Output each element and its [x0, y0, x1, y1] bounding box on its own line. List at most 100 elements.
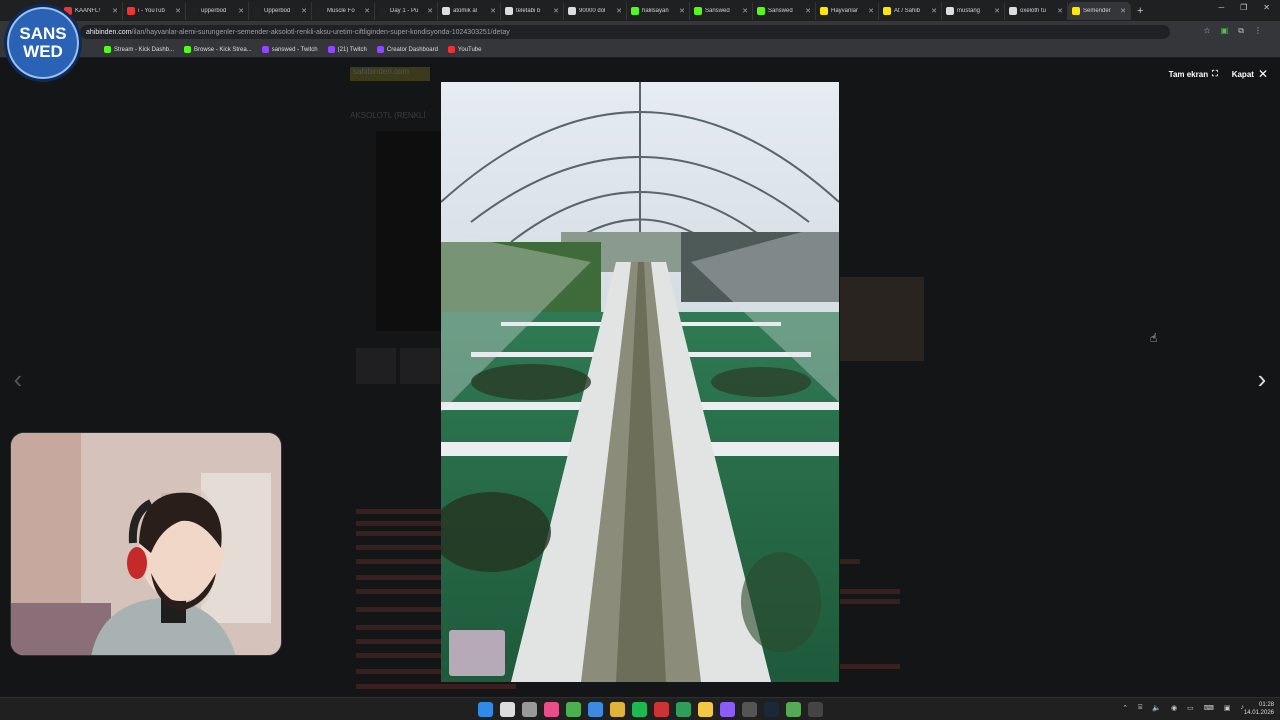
- tab-close-icon[interactable]: ✕: [301, 7, 307, 15]
- volume-icon[interactable]: 🔈: [1152, 704, 1161, 712]
- menu-icon[interactable]: ⋮: [1254, 26, 1262, 36]
- browser-tab[interactable]: At / Sahib ✕: [879, 1, 942, 20]
- display-icon[interactable]: ▣: [1224, 704, 1231, 712]
- minimize-icon[interactable]: ─: [1218, 3, 1224, 12]
- bookmark-favicon-icon: [327, 46, 335, 53]
- tab-title: mustang: [957, 7, 981, 14]
- network-icon[interactable]: ⌸: [1138, 704, 1142, 712]
- tab-close-icon[interactable]: ✕: [1120, 7, 1126, 15]
- tab-close-icon[interactable]: ✕: [553, 7, 559, 15]
- browser-tab[interactable]: 90000 dol ✕: [564, 1, 627, 20]
- app-icon[interactable]: [632, 702, 647, 717]
- bookmark-item[interactable]: sanswed - Twitch: [261, 46, 318, 53]
- tab-close-icon[interactable]: ✕: [490, 7, 496, 15]
- bookmark-item[interactable]: (21) Twitch: [327, 46, 367, 53]
- tab-close-icon[interactable]: ✕: [931, 7, 937, 15]
- tab-title: Sanswed: [768, 7, 793, 14]
- tab-title: 90000 dol: [579, 7, 606, 14]
- tab-close-icon[interactable]: ✕: [1057, 7, 1063, 15]
- bookmark-star-icon[interactable]: ☆: [1204, 26, 1211, 36]
- browser-tab[interactable]: atomik al ✕: [438, 1, 501, 20]
- fullscreen-icon: ⛶: [1212, 69, 1218, 78]
- puzzle-icon[interactable]: ⧉: [1238, 26, 1244, 36]
- app-icon[interactable]: [588, 702, 603, 717]
- widget-icon[interactable]: [522, 702, 537, 717]
- next-image-arrow[interactable]: ›: [1252, 366, 1272, 392]
- chevron-up-icon[interactable]: ⌃: [1122, 704, 1128, 712]
- tab-favicon-icon: [253, 6, 261, 15]
- battery-icon[interactable]: ▭: [1187, 704, 1194, 712]
- clock[interactable]: 01:28 14.01.2026: [1244, 701, 1274, 717]
- chrome-icon[interactable]: [610, 702, 625, 717]
- bookmark-label: (21) Twitch: [337, 46, 367, 53]
- tab-favicon-icon: [127, 6, 135, 15]
- bookmark-item[interactable]: YouTube: [447, 46, 481, 53]
- url-field[interactable]: ahibinden.com/ilan/hayvanlar-alemi-surun…: [80, 25, 1170, 39]
- app-icon[interactable]: [720, 702, 735, 717]
- browser-tab[interactable]: halilsayan ✕: [627, 1, 690, 20]
- browser-tab[interactable]: oxeloth tu ✕: [1005, 1, 1068, 20]
- tab-title: KAANFL!: [75, 7, 101, 14]
- mic-icon[interactable]: ◉: [1171, 704, 1177, 712]
- clock-time: 01:28: [1258, 702, 1274, 708]
- tab-title: Muscle Fo: [327, 7, 355, 14]
- tab-close-icon[interactable]: ✕: [742, 7, 748, 15]
- browser-tab[interactable]: Sanswed ✕: [690, 1, 753, 20]
- close-icon[interactable]: ✕: [1263, 3, 1270, 12]
- bookmark-item[interactable]: Creator Dashboard: [376, 46, 438, 53]
- tab-close-icon[interactable]: ✕: [679, 7, 685, 15]
- browser-tab[interactable]: Upperbod ✕: [249, 1, 312, 20]
- app-icon[interactable]: [544, 702, 559, 717]
- tab-favicon-icon: [505, 6, 513, 15]
- extension-icon[interactable]: ▣: [1221, 26, 1229, 36]
- tab-title: upperbod: [201, 7, 227, 14]
- bookmark-item[interactable]: Browse - Kick Strea...: [184, 46, 252, 53]
- windows-start-icon[interactable]: [478, 702, 493, 717]
- tab-close-icon[interactable]: ✕: [112, 7, 118, 15]
- app-icon[interactable]: [654, 702, 669, 717]
- browser-tab[interactable]: Sanswed ✕: [753, 1, 816, 20]
- tab-close-icon[interactable]: ✕: [238, 7, 244, 15]
- fullscreen-button[interactable]: Tam ekran ⛶: [1169, 69, 1218, 79]
- browser-tab[interactable]: Muscle Fo ✕: [312, 1, 375, 20]
- bookmark-favicon-icon: [447, 46, 455, 53]
- tab-close-icon[interactable]: ✕: [805, 7, 811, 15]
- browser-tab[interactable]: Hayvanlar ✕: [816, 1, 879, 20]
- restore-icon[interactable]: ❐: [1240, 3, 1247, 12]
- app-icon[interactable]: [786, 702, 801, 717]
- tab-close-icon[interactable]: ✕: [427, 7, 433, 15]
- keyboard-icon[interactable]: ⌨: [1204, 704, 1214, 712]
- file-icon[interactable]: [500, 702, 515, 717]
- toolbar-icons: ☆ ▣ ⧉ ⋮: [1204, 26, 1262, 36]
- chrome-icon[interactable]: [676, 702, 691, 717]
- obs-icon[interactable]: [742, 702, 757, 717]
- tab-close-icon[interactable]: ✕: [364, 7, 370, 15]
- webcam-overlay: [10, 432, 282, 656]
- browser-tab[interactable]: Semender ✕: [1068, 1, 1131, 20]
- close-lightbox-button[interactable]: Kapat ✕: [1232, 67, 1268, 81]
- browser-tab[interactable]: mustang ✕: [942, 1, 1005, 20]
- app-icon[interactable]: [808, 702, 823, 717]
- window-controls: ─ ❐ ✕: [1218, 3, 1270, 12]
- steam-icon[interactable]: [764, 702, 779, 717]
- folder-icon[interactable]: [698, 702, 713, 717]
- new-tab-button[interactable]: +: [1137, 5, 1143, 17]
- bookmark-item[interactable]: Stream - Kick Dashb...: [104, 46, 174, 53]
- thumbnail[interactable]: [356, 348, 396, 384]
- bookmark-label: Stream - Kick Dashb...: [114, 46, 175, 53]
- chrome-icon[interactable]: [566, 702, 581, 717]
- browser-tab[interactable]: teletabi b ✕: [501, 1, 564, 20]
- tab-favicon-icon: [1072, 6, 1080, 15]
- browser-tab[interactable]: i - YouTub ✕: [123, 1, 186, 20]
- thumbnail[interactable]: [400, 348, 440, 384]
- tab-favicon-icon: [946, 6, 954, 15]
- browser-tab[interactable]: Day 1 - Pu ✕: [375, 1, 438, 20]
- tab-close-icon[interactable]: ✕: [616, 7, 622, 15]
- tab-title: Upperbod: [264, 7, 291, 14]
- tab-close-icon[interactable]: ✕: [868, 7, 874, 15]
- main-image-placeholder: [376, 131, 444, 331]
- tab-close-icon[interactable]: ✕: [994, 7, 1000, 15]
- prev-image-arrow[interactable]: ‹: [8, 366, 28, 392]
- tab-close-icon[interactable]: ✕: [175, 7, 181, 15]
- browser-tab[interactable]: upperbod ✕: [186, 1, 249, 20]
